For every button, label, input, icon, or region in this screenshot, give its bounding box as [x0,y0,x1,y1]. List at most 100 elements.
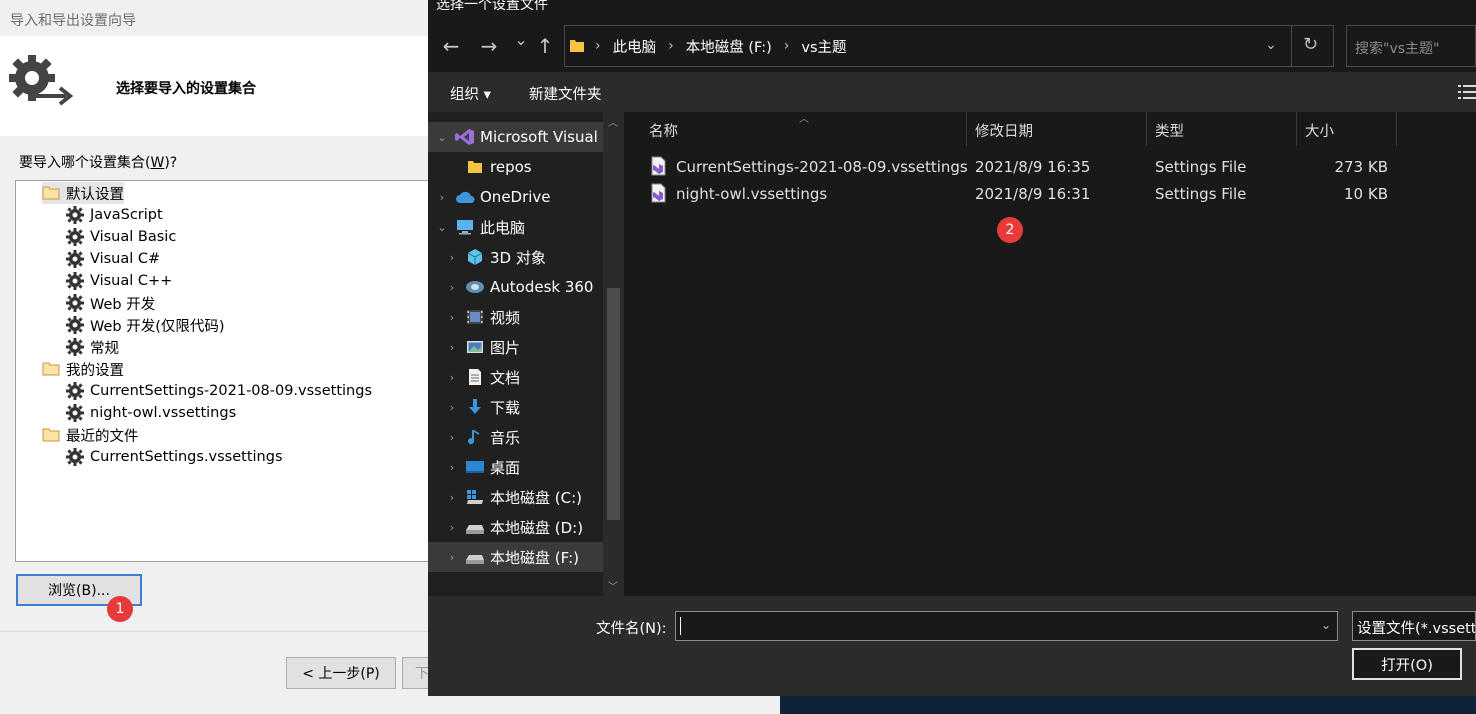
dialog-title: 选择一个设置文件 [436,0,548,13]
pc-icon [454,218,476,236]
nav-item[interactable]: › 音乐 [428,422,603,452]
tree-item[interactable]: night-owl.vssettings [66,402,236,424]
file-row[interactable]: CurrentSettings-2021-08-09.vssettings 202… [624,154,1404,181]
nav-item[interactable]: › 3D 对象 [428,242,603,272]
filename-input[interactable]: ⌄ [675,611,1338,641]
chevron-right-icon[interactable]: › [446,551,458,564]
chevron-right-icon[interactable]: › [446,371,458,384]
column-header-size[interactable]: 大小 [1297,112,1397,146]
tree-item[interactable]: Web 开发(仅限代码) [66,314,225,336]
tree-item[interactable]: Visual C++ [66,270,172,292]
tree-item[interactable]: Visual C# [66,248,160,270]
nav-item[interactable]: › 视频 [428,302,603,332]
cube-icon [464,248,486,266]
breadcrumb-vs-theme[interactable]: vs主题 [801,36,846,57]
nav-item[interactable]: ⌄ 此电脑 [428,212,603,242]
folder-icon [464,158,486,176]
gear-icon [66,206,84,224]
tree-item[interactable]: Visual Basic [66,226,176,248]
navigation-pane: ⌄ Microsoft Visual repos › OneDrive ⌄ 此电脑 › 3D 对… [428,112,624,596]
settings-tree[interactable]: 默认设置 JavaScript Visual Basic Visual C# Visua… [15,180,445,562]
new-folder-button[interactable]: 新建文件夹 [529,83,602,104]
nav-item[interactable]: › OneDrive [428,182,603,212]
scroll-up-icon[interactable]: ︿ [608,114,618,129]
chevron-right-icon[interactable]: › [436,191,448,204]
chevron-down-icon[interactable]: ⌄ [436,131,448,144]
breadcrumb-this-pc[interactable]: 此电脑 [613,36,657,57]
chevron-right-icon[interactable]: › [446,311,458,324]
nav-item-label: 此电脑 [480,218,526,237]
nav-item[interactable]: › 本地磁盘 (C:) [428,482,603,512]
view-options-icon[interactable] [1458,84,1476,100]
tree-item[interactable]: CurrentSettings-2021-08-09.vssettings [66,380,372,402]
step-badge-1: 1 [107,596,133,622]
folder-icon [42,428,60,442]
scroll-down-icon[interactable]: ﹀ [608,578,618,593]
nav-item[interactable]: › 文档 [428,362,603,392]
breadcrumb-drive-f[interactable]: 本地磁盘 (F:) [686,36,772,57]
chevron-right-icon[interactable]: › [446,491,458,504]
nav-item[interactable]: › 本地磁盘 (F:) [428,542,603,572]
search-input[interactable]: 搜索"vs主题" [1346,25,1476,67]
nav-item-label: 3D 对象 [490,248,546,267]
tree-item[interactable]: Web 开发 [66,292,155,314]
chevron-right-icon[interactable]: › [446,521,458,534]
tree-item-label: 最近的文件 [66,428,139,445]
nav-item-label: Microsoft Visual [480,128,598,146]
back-button[interactable]: < 上一步(P) [286,657,396,689]
file-size: 10 KB [1344,185,1388,203]
chevron-right-icon[interactable]: › [446,341,458,354]
nav-item-label: Autodesk 360 [490,278,594,296]
breadcrumb-separator: › [668,38,674,54]
file-date: 2021/8/9 16:31 [975,185,1091,203]
column-header-date[interactable]: 修改日期 [967,112,1147,146]
chevron-right-icon[interactable]: › [446,281,458,294]
tree-item[interactable]: CurrentSettings.vssettings [66,446,283,468]
tree-item[interactable]: JavaScript [66,204,163,226]
chevron-right-icon[interactable]: › [446,461,458,474]
chevron-right-icon[interactable]: › [446,251,458,264]
breadcrumb-separator: › [783,38,790,54]
column-header-name[interactable]: 名称 [641,112,967,146]
address-bar[interactable]: › 此电脑 › 本地磁盘 (F:) › vs主题 ⌄ ↻ [564,25,1334,67]
tree-folder[interactable]: 默认设置 [42,182,124,204]
video-icon [464,308,486,326]
nav-scroll-thumb[interactable] [607,288,620,520]
nav-item[interactable]: › Autodesk 360 [428,272,603,302]
chevron-down-icon[interactable]: ⌄ [1321,618,1331,632]
chevron-down-icon[interactable]: ⌄ [436,221,448,234]
nav-item-label: 图片 [490,338,521,357]
tree-item-label: 常规 [90,340,119,357]
tree-folder[interactable]: 最近的文件 [42,424,139,446]
tree-item-label: Visual C++ [90,273,173,289]
drive-icon [464,518,486,536]
wizard-heading: 选择要导入的设置集合 [116,81,256,97]
back-arrow-icon[interactable]: ← [436,34,466,58]
refresh-icon[interactable]: ↻ [1303,34,1318,55]
nav-scrollbar[interactable]: ︿ ﹀ [603,112,624,596]
nav-item[interactable]: › 本地磁盘 (D:) [428,512,603,542]
dialog-bottom-bar: 文件名(N): ⌄ 设置文件(*.vssettings) 打开(O) [428,596,1476,696]
open-button[interactable]: 打开(O) [1352,648,1462,680]
chevron-right-icon[interactable]: › [446,431,458,444]
address-dropdown-icon[interactable]: ⌄ [1265,37,1277,53]
nav-item[interactable]: ⌄ Microsoft Visual [428,122,603,152]
navigation-bar: ← → ⌄ ↑ › 此电脑 › 本地磁盘 (F:) › vs主题 ⌄ ↻ 搜索"… [428,22,1476,72]
text-caret [680,617,681,635]
nav-item[interactable]: repos [428,152,603,182]
filetype-select[interactable]: 设置文件(*.vssettings) [1352,611,1476,641]
organize-button[interactable]: 组织 ▾ [450,83,491,104]
nav-item[interactable]: › 桌面 [428,452,603,482]
nav-item[interactable]: › 图片 [428,332,603,362]
column-header-type[interactable]: 类型 [1147,112,1297,146]
up-arrow-icon[interactable]: ↑ [530,34,560,58]
tree-item-label: JavaScript [90,207,163,223]
tree-folder[interactable]: 我的设置 [42,358,124,380]
tree-item[interactable]: 常规 [66,336,119,358]
chevron-right-icon[interactable]: › [446,401,458,414]
file-row[interactable]: night-owl.vssettings 2021/8/9 16:31 Settin… [624,181,1404,208]
screen: 导入和导出设置向导 选择要导入的设置集合 要导入哪个设置集合(W)? 默认设置 J… [0,0,1476,714]
nav-item[interactable]: › 下载 [428,392,603,422]
nav-item-label: OneDrive [480,188,551,206]
forward-arrow-icon[interactable]: → [474,34,504,58]
